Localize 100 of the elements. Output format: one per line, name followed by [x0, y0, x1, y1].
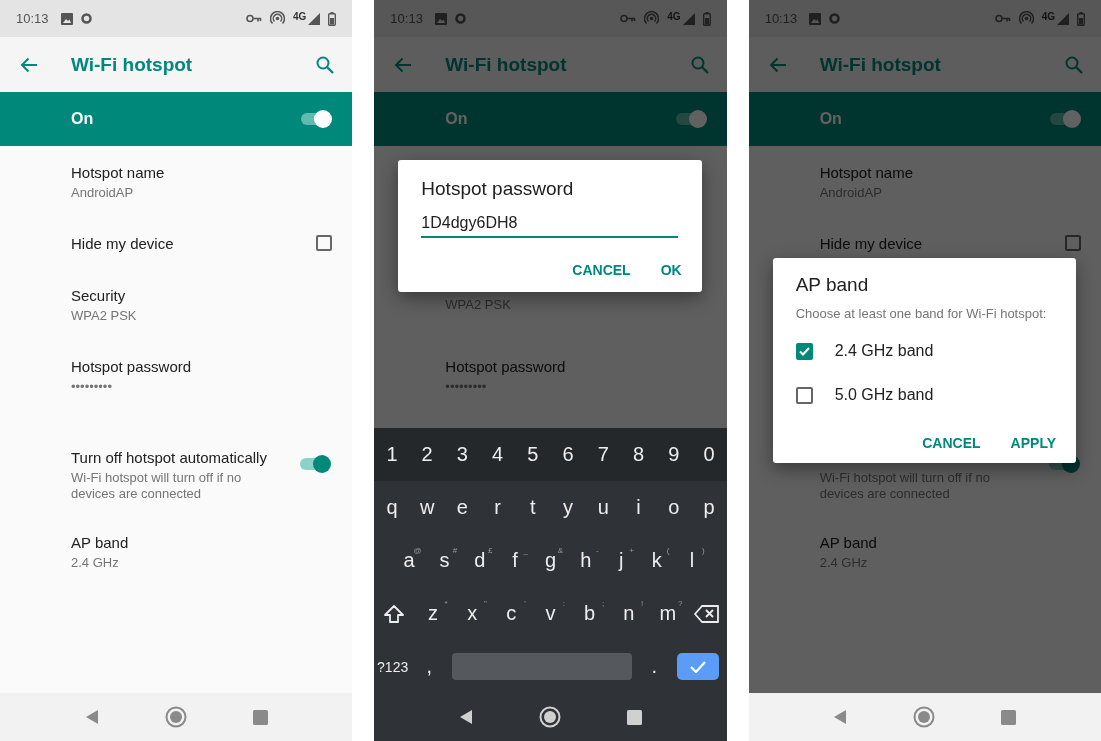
- key-icon: [620, 14, 637, 23]
- signal-icon: [1057, 12, 1069, 25]
- toggle-switch[interactable]: [298, 453, 333, 474]
- circle-icon: [829, 13, 841, 24]
- keyboard-key[interactable]: b ;: [570, 587, 610, 640]
- switch-label: On: [445, 110, 469, 128]
- keyboard-key[interactable]: q: [374, 481, 410, 534]
- search-icon[interactable]: [690, 55, 709, 74]
- keyboard-key[interactable]: l ): [674, 534, 710, 587]
- screen-title: Wi-Fi hotspot: [445, 53, 568, 76]
- keyboard-key[interactable]: g&: [532, 534, 569, 587]
- screen-title: Wi-Fi hotspot: [819, 53, 942, 76]
- back-arrow-icon[interactable]: [768, 56, 787, 73]
- keyboard-key[interactable]: 0: [691, 428, 727, 481]
- keyboard-key[interactable]: p: [691, 481, 727, 534]
- dialog-button[interactable]: CANCEL: [912, 425, 991, 461]
- keyboard-key[interactable]: i: [620, 481, 657, 534]
- keyboard-key[interactable]: t: [515, 481, 551, 534]
- setting-summary: Wi-Fi hotspot will turn off if no devices are connected: [71, 470, 243, 502]
- keyboard-key[interactable]: k (: [638, 534, 675, 587]
- checkbox[interactable]: [316, 235, 333, 251]
- checkbox[interactable]: [795, 342, 813, 360]
- toggle-switch[interactable]: [1048, 109, 1082, 129]
- hotspot-icon: [1018, 11, 1034, 26]
- keyboard-key[interactable]: 3: [444, 428, 481, 481]
- key-hint: ": [483, 599, 487, 608]
- keyboard-key[interactable]: 7: [585, 428, 621, 481]
- key-icon: [246, 14, 262, 23]
- keyboard-key[interactable]: .: [636, 640, 673, 693]
- keyboard-key[interactable]: d£: [462, 534, 498, 587]
- setting-summary: •••••••••: [71, 378, 113, 395]
- keyboard-key[interactable]: u: [585, 481, 621, 534]
- image-icon: [60, 12, 73, 25]
- keyboard-key[interactable]: 4: [480, 428, 516, 481]
- keyboard-key[interactable]: ?123: [374, 640, 411, 693]
- keyboard-key[interactable]: m?: [648, 587, 688, 640]
- dialog-button[interactable]: CANCEL: [562, 252, 641, 288]
- keyboard-key[interactable]: 5: [515, 428, 551, 481]
- signal-icon: [682, 12, 695, 25]
- keyboard-key[interactable]: r: [480, 481, 516, 534]
- keyboard-key[interactable]: h -: [568, 534, 604, 587]
- image-icon: [809, 12, 822, 25]
- search-icon[interactable]: [1065, 55, 1083, 74]
- back-icon[interactable]: [459, 709, 473, 725]
- setting-title: Hotspot name: [71, 162, 166, 182]
- keyboard-key[interactable]: s #: [426, 534, 463, 587]
- dialog-message: Choose at least one band for Wi-Fi hotspot:: [795, 306, 1048, 321]
- key-hint: ?: [678, 599, 683, 608]
- key-hint: #: [452, 546, 458, 555]
- home-icon[interactable]: [539, 706, 561, 728]
- status-time: 10:13: [16, 11, 49, 26]
- keyboard-key[interactable]: o: [656, 481, 692, 534]
- key-hint: +: [629, 546, 634, 555]
- shift-icon[interactable]: [382, 602, 405, 625]
- keyboard-key[interactable]: w: [409, 481, 445, 534]
- done-key[interactable]: [676, 653, 719, 680]
- setting-title: Hide my device: [819, 233, 924, 253]
- circle-icon: [454, 13, 466, 24]
- screen-title: Wi-Fi hotspot: [71, 53, 194, 76]
- dialog-button[interactable]: OK: [650, 252, 692, 288]
- dialog-button[interactable]: APPLY: [1000, 425, 1066, 461]
- key-icon: [994, 14, 1011, 23]
- backspace-icon[interactable]: [694, 604, 720, 623]
- checkbox[interactable]: [1065, 235, 1081, 251]
- recents-icon[interactable]: [627, 709, 642, 725]
- toggle-switch[interactable]: [673, 109, 708, 129]
- search-icon[interactable]: [316, 55, 335, 74]
- circle-icon: [80, 13, 92, 24]
- keyboard-key[interactable]: f _: [497, 534, 533, 587]
- password-field[interactable]: 1D4dgy6DH8: [421, 210, 678, 238]
- master-switch-bar[interactable]: On: [0, 92, 353, 146]
- signal-icon: [308, 12, 321, 25]
- keyboard-key[interactable]: x ": [452, 587, 492, 640]
- back-arrow-icon[interactable]: [20, 56, 38, 73]
- keyboard-key[interactable]: 9: [656, 428, 692, 481]
- keyboard-key[interactable]: 2: [409, 428, 445, 481]
- hotspot-icon: [270, 11, 285, 26]
- keyboard-key[interactable]: 8: [620, 428, 657, 481]
- keyboard-key[interactable]: 6: [550, 428, 586, 481]
- keyboard-key[interactable]: n !: [609, 587, 649, 640]
- key-hint: ': [524, 599, 526, 608]
- keyboard-key[interactable]: v :: [530, 587, 571, 640]
- keyboard-key[interactable]: e: [444, 481, 481, 534]
- toggle-switch[interactable]: [299, 109, 334, 129]
- keyboard-key[interactable]: ,: [410, 640, 448, 693]
- back-arrow-icon[interactable]: [394, 56, 413, 73]
- key-hint: ;: [601, 599, 605, 608]
- keyboard-key[interactable]: j +: [603, 534, 639, 587]
- keyboard-key[interactable]: z *: [413, 587, 453, 640]
- checkbox[interactable]: [795, 386, 813, 404]
- keyboard-key[interactable]: y: [550, 481, 586, 534]
- network-type: 4G: [293, 11, 307, 22]
- key-hint: :: [562, 599, 566, 608]
- keyboard-key[interactable]: a@: [391, 534, 427, 587]
- key-hint: &: [557, 546, 564, 555]
- key-hint: £: [488, 546, 493, 555]
- keyboard-key[interactable]: 1: [374, 428, 410, 481]
- key-hint: @: [413, 546, 422, 555]
- keyboard-key[interactable]: c ': [491, 587, 531, 640]
- switch-label: On: [819, 110, 843, 128]
